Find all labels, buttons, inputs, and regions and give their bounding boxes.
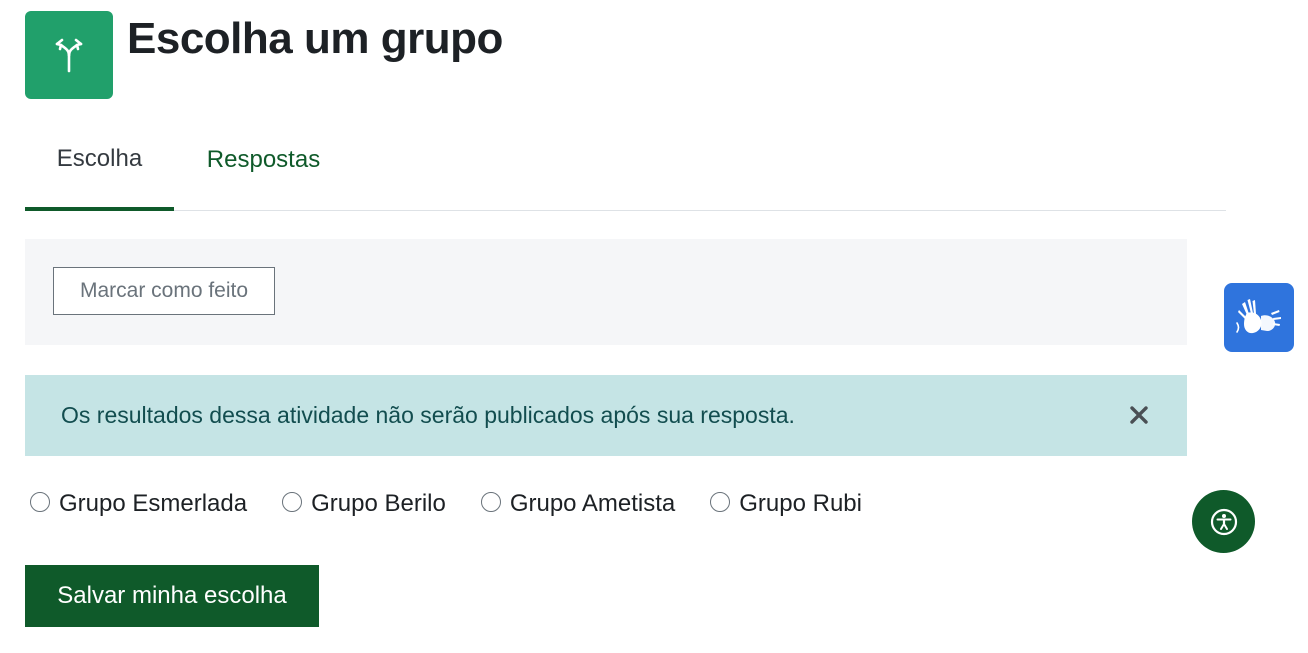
radio-button[interactable] (710, 492, 731, 512)
accessibility-person-icon (1210, 508, 1237, 535)
mark-as-done-button[interactable]: Marcar como feito (53, 267, 275, 315)
save-choice-button[interactable]: Salvar minha escolha (25, 565, 319, 627)
option-grupo-berilo[interactable]: Grupo Berilo (282, 490, 446, 518)
activity-icon (25, 11, 113, 99)
info-alert: Os resultados dessa atividade não serão … (25, 375, 1187, 456)
option-grupo-esmerlada[interactable]: Grupo Esmerlada (30, 490, 247, 518)
tab-escolha[interactable]: Escolha (25, 110, 174, 211)
page: Escolha um grupo Escolha Respostas Marca… (0, 0, 1308, 653)
tab-bar: Escolha Respostas (25, 110, 1226, 211)
close-icon[interactable] (1125, 401, 1153, 429)
choice-options: Grupo Esmerlada Grupo Berilo Grupo Ameti… (30, 484, 862, 524)
radio-button[interactable] (480, 492, 501, 512)
tab-respostas[interactable]: Respostas (174, 110, 353, 210)
option-label: Grupo Berilo (311, 490, 446, 517)
accessibility-menu-button[interactable] (1192, 490, 1255, 553)
alert-message: Os resultados dessa atividade não serão … (61, 402, 795, 428)
radio-button[interactable] (282, 492, 303, 512)
option-grupo-rubi[interactable]: Grupo Rubi (710, 490, 862, 518)
page-title: Escolha um grupo (127, 14, 503, 63)
option-label: Grupo Ametista (509, 490, 676, 517)
radio-button[interactable] (30, 492, 50, 512)
sign-language-hands-icon (1236, 298, 1281, 333)
signpost-icon (55, 38, 83, 73)
completion-panel: Marcar como feito (25, 239, 1187, 345)
option-label: Grupo Rubi (739, 490, 862, 517)
sign-language-widget-button[interactable] (1224, 283, 1294, 352)
option-label: Grupo Esmerlada (59, 490, 248, 517)
option-grupo-ametista[interactable]: Grupo Ametista (480, 490, 676, 518)
